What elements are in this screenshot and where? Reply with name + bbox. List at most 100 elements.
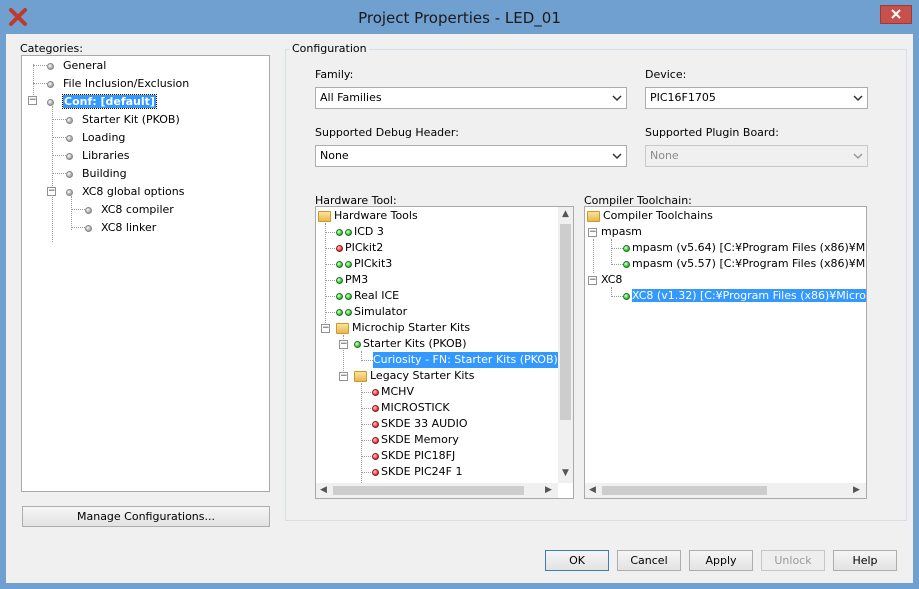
legacy-kits-collapse-toggle[interactable]: −	[339, 372, 348, 381]
node-bullet-icon	[85, 206, 92, 214]
status-ok-icon	[345, 308, 352, 316]
close-icon	[891, 9, 901, 19]
categories-tree[interactable]: − − General File Inclusion/Exclusion Con…	[21, 55, 270, 492]
ok-button[interactable]: OK	[545, 550, 609, 571]
mpasm-collapse-toggle[interactable]: −	[588, 228, 597, 237]
hw-tree-legacy-starter-kits[interactable]: Legacy Starter Kits	[354, 368, 474, 384]
compiler-toolchain-tree[interactable]: − − Compiler Toolchains mpasm mpasm (v5.…	[584, 206, 867, 499]
manage-configurations-button[interactable]: Manage Configurations...	[22, 506, 270, 527]
starter-kits-collapse-toggle[interactable]: −	[339, 340, 348, 349]
hw-tree-curiosity[interactable]: Curiosity - FN: Starter Kits (PKOB)	[373, 352, 560, 368]
node-bullet-icon	[47, 80, 54, 88]
close-button[interactable]	[880, 5, 912, 24]
hw-tree-horizontal-scrollbar[interactable]: ◀ ▶	[316, 483, 558, 498]
status-ok-icon	[345, 260, 352, 268]
category-xc8-global[interactable]: XC8 global options	[66, 184, 184, 200]
hw-tree-starter-kits-pkob[interactable]: Starter Kits (PKOB)	[354, 336, 467, 352]
scroll-thumb[interactable]	[333, 486, 524, 495]
hw-tree-hardware-tools[interactable]: Hardware Tools	[318, 208, 418, 224]
node-bullet-icon	[66, 152, 73, 160]
chevron-down-icon	[853, 95, 863, 102]
status-error-icon	[372, 468, 379, 476]
status-ok-icon	[623, 260, 630, 268]
category-xc8-compiler[interactable]: XC8 compiler	[85, 202, 174, 218]
configuration-group-label: Configuration	[290, 42, 369, 55]
status-ok-icon	[623, 292, 630, 300]
cc-tree-xc8[interactable]: XC8	[601, 272, 622, 288]
hw-tree-pickit2[interactable]: PICkit2	[336, 240, 383, 256]
hw-tree-skde-pic24f-1[interactable]: SKDE PIC24F 1	[372, 464, 463, 480]
cc-tree-xc8-v132[interactable]: XC8 (v1.32) [C:¥Program Files (x86)¥Micr…	[623, 288, 866, 304]
unlock-button[interactable]: Unlock	[761, 550, 825, 571]
chevron-down-icon	[612, 95, 622, 102]
device-select[interactable]: PIC16F1705	[645, 87, 868, 109]
hw-tree-mchv[interactable]: MCHV	[372, 384, 414, 400]
hw-tree-skde-pic18fj[interactable]: SKDE PIC18FJ	[372, 448, 455, 464]
node-bullet-icon	[47, 98, 54, 106]
cc-tree-mpasm-v557[interactable]: mpasm (v5.57) [C:¥Program Files (x86)¥Mi…	[623, 256, 866, 272]
category-file-inclusion[interactable]: File Inclusion/Exclusion	[47, 76, 189, 92]
dialog-window: Project Properties - LED_01 Categories: …	[0, 0, 919, 589]
category-libraries[interactable]: Libraries	[66, 148, 130, 164]
scroll-left-icon[interactable]: ◀	[585, 483, 600, 498]
status-error-icon	[372, 436, 379, 444]
hw-tree-skde-33-audio[interactable]: SKDE 33 AUDIO	[372, 416, 468, 432]
category-conf-default[interactable]: Conf: [default]	[47, 94, 157, 110]
hw-tree-pickit3[interactable]: PICkit3	[336, 256, 392, 272]
folder-icon	[336, 322, 349, 334]
scroll-down-icon[interactable]: ▼	[558, 466, 573, 481]
status-ok-icon	[345, 292, 352, 300]
conf-collapse-toggle[interactable]: −	[28, 96, 37, 105]
scroll-left-icon[interactable]: ◀	[316, 483, 331, 498]
cancel-button[interactable]: Cancel	[617, 550, 681, 571]
xc8-collapse-toggle[interactable]: −	[588, 276, 597, 285]
cc-tree-mpasm[interactable]: mpasm	[601, 224, 642, 240]
hardware-tool-tree[interactable]: − − − Hardware Tools ICD 3 PICkit2 PICki…	[315, 206, 574, 499]
microchip-kits-collapse-toggle[interactable]: −	[321, 324, 330, 333]
hw-tree-microchip-starter-kits[interactable]: Microchip Starter Kits	[336, 320, 470, 336]
apply-button[interactable]: Apply	[689, 550, 753, 571]
node-bullet-icon	[66, 134, 73, 142]
hw-tree-real-ice[interactable]: Real ICE	[336, 288, 399, 304]
folder-icon	[354, 370, 367, 382]
cc-tree-horizontal-scrollbar[interactable]: ◀ ▶	[585, 483, 866, 498]
category-building[interactable]: Building	[66, 166, 127, 182]
hw-tree-skde-memory[interactable]: SKDE Memory	[372, 432, 459, 448]
cc-tree-mpasm-v564[interactable]: mpasm (v5.64) [C:¥Program Files (x86)¥Mi…	[623, 240, 866, 256]
xc8-global-collapse-toggle[interactable]: −	[47, 187, 56, 196]
plugin-board-select[interactable]: None	[645, 145, 868, 167]
cc-tree-compiler-toolchains[interactable]: Compiler Toolchains	[587, 208, 713, 224]
hw-tree-microstick[interactable]: MICROSTICK	[372, 400, 450, 416]
status-ok-icon	[623, 244, 630, 252]
category-general[interactable]: General	[47, 58, 106, 74]
hw-tree-icd3[interactable]: ICD 3	[336, 224, 384, 240]
scroll-up-icon[interactable]: ▲	[558, 207, 573, 222]
folder-icon	[587, 210, 600, 222]
node-bullet-icon	[47, 62, 54, 70]
family-select[interactable]: All Families	[315, 87, 627, 109]
categories-label: Categories:	[20, 42, 83, 55]
title-bar[interactable]: Project Properties - LED_01	[0, 0, 919, 34]
hw-tree-pm3[interactable]: PM3	[336, 272, 368, 288]
status-ok-icon	[336, 276, 343, 284]
plugin-board-label: Supported Plugin Board:	[645, 126, 779, 139]
device-label: Device:	[645, 68, 687, 81]
status-error-icon	[372, 420, 379, 428]
category-starter-kit[interactable]: Starter Kit (PKOB)	[66, 112, 180, 128]
scroll-thumb[interactable]	[560, 224, 571, 420]
status-error-icon	[372, 404, 379, 412]
scroll-right-icon[interactable]: ▶	[541, 483, 556, 498]
scroll-thumb[interactable]	[602, 486, 767, 495]
node-bullet-icon	[66, 188, 73, 196]
scroll-right-icon[interactable]: ▶	[849, 483, 864, 498]
node-bullet-icon	[85, 224, 92, 232]
debug-header-select[interactable]: None	[315, 145, 627, 167]
help-button[interactable]: Help	[833, 550, 897, 571]
status-ok-icon	[336, 308, 343, 316]
category-xc8-linker[interactable]: XC8 linker	[85, 220, 156, 236]
category-loading[interactable]: Loading	[66, 130, 125, 146]
debug-header-label: Supported Debug Header:	[315, 126, 459, 139]
hw-tree-vertical-scrollbar[interactable]: ▲ ▼	[558, 207, 573, 483]
node-bullet-icon	[66, 116, 73, 124]
hw-tree-simulator[interactable]: Simulator	[336, 304, 407, 320]
